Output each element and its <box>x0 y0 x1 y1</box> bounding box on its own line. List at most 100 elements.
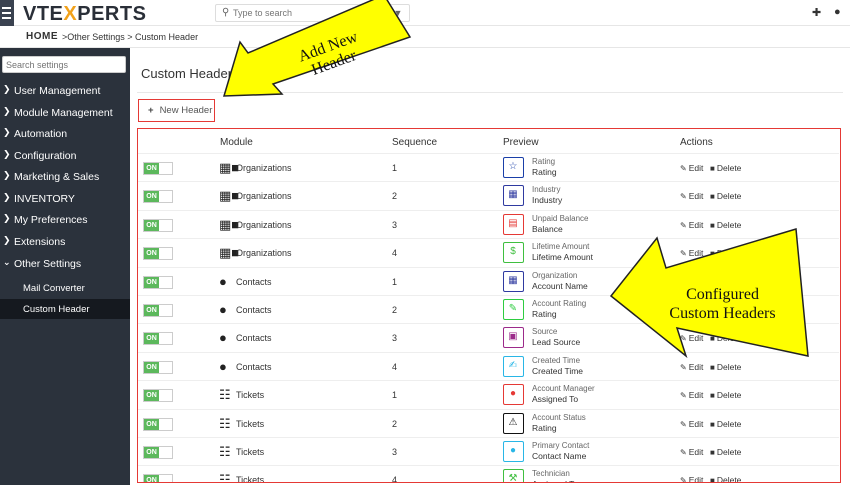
breadcrumb-home[interactable]: HOME <box>26 31 58 42</box>
status-toggle[interactable]: ON <box>143 247 173 261</box>
top-bar: VTEXPERTS ⚲ ▼ ✚ ● <box>0 0 850 26</box>
page-title: Custom Header <box>141 66 233 81</box>
delete-button[interactable]: ■ Delete <box>710 390 741 400</box>
sidebar-subitem-mail-converter[interactable]: Mail Converter <box>0 278 130 298</box>
chevron-right-icon: ❯ <box>3 170 11 180</box>
app-logo[interactable]: VTEXPERTS <box>23 3 146 26</box>
delete-button[interactable]: ■ Delete <box>710 191 741 201</box>
status-toggle[interactable]: ON <box>143 162 173 175</box>
table-row: ON ☷ Tickets 4 ⚒ TechnicianAssigned To ✎Edit ■D… <box>138 465 839 482</box>
edit-button[interactable]: ✎ Edit <box>680 333 703 343</box>
delete-button[interactable]: ■ Delete <box>710 220 741 230</box>
sidebar-item-automation[interactable]: ❯ Automation <box>0 124 130 144</box>
preview-field: Rating <box>532 309 557 319</box>
edit-button[interactable]: ✎ Edit <box>680 419 703 429</box>
chevron-right-icon: ❯ <box>3 192 11 202</box>
chevron-right-icon: ❯ <box>3 235 11 245</box>
status-toggle[interactable]: ON <box>143 304 173 317</box>
trash-icon: ■ <box>710 448 715 457</box>
status-toggle[interactable]: ON <box>143 218 173 232</box>
edit-button[interactable]: ✎ Edit <box>680 447 703 457</box>
plus-icon: + <box>148 105 154 116</box>
column-header-module: Module <box>220 137 253 148</box>
pencil-icon: ✎ <box>680 362 687 372</box>
sidebar-item-module-management[interactable]: ❯ Module Management <box>0 103 130 123</box>
breadcrumb-path[interactable]: >Other Settings > Custom Header <box>62 32 198 42</box>
pencil-icon: ✎ <box>680 249 687 259</box>
table-row: ON ● Contacts 3 ▣ Source Lead Source ✎ Edit ■ Dele… <box>138 323 839 351</box>
delete-button[interactable]: ■ Delete <box>710 163 741 173</box>
preview-label: Industry <box>532 185 561 195</box>
edit-button[interactable]: ✎ Edit <box>680 475 703 482</box>
sidebar-item-configuration[interactable]: ❯ Configuration <box>0 146 130 166</box>
edit-button[interactable]: ✎ Edit <box>680 220 703 230</box>
preview-field: Account Name <box>532 280 588 291</box>
preview-label: Organization <box>532 270 578 280</box>
status-toggle[interactable]: ON <box>143 275 173 289</box>
preview-label: Primary Contact <box>532 441 590 450</box>
status-toggle[interactable]: ON <box>143 474 173 482</box>
edit-button[interactable]: ✎ Edit <box>680 248 703 258</box>
breadcrumb: HOME >Other Settings > Custom Header <box>0 26 850 48</box>
pencil-icon: ✎ <box>680 192 687 202</box>
user-icon[interactable]: ● <box>834 6 841 18</box>
module-name: Contacts <box>236 361 272 372</box>
status-toggle[interactable]: ON <box>143 446 173 459</box>
new-header-button[interactable]: + New Header <box>138 99 215 122</box>
add-icon[interactable]: ✚ <box>812 6 821 19</box>
pencil-icon: ✎ <box>680 448 687 457</box>
trash-icon: ■ <box>710 192 715 202</box>
edit-button[interactable]: ✎ Edit <box>680 163 703 173</box>
preview-invoice-icon: ▤ <box>503 213 524 235</box>
edit-button[interactable]: ✎ Edit <box>680 362 703 372</box>
settings-search <box>2 56 126 73</box>
settings-search-input[interactable] <box>6 58 124 71</box>
delete-button[interactable]: ■ Delete <box>710 475 741 482</box>
preview-contact-user-icon: ● <box>503 441 524 462</box>
search-options-button[interactable]: ▼ <box>386 4 410 22</box>
status-toggle[interactable]: ON <box>143 389 173 403</box>
delete-button[interactable]: ■ Delete <box>710 447 741 457</box>
sequence-value: 4 <box>392 361 398 372</box>
organization-icon: ▦■ <box>219 245 240 261</box>
preview-label: Created Time <box>532 355 581 365</box>
sidebar-item-other-settings[interactable]: ⌄ Other Settings <box>0 254 130 274</box>
sidebar-item-extensions[interactable]: ❯ Extensions <box>0 232 130 252</box>
sidebar-subitem-custom-header[interactable]: Custom Header <box>0 299 130 319</box>
status-toggle[interactable]: ON <box>143 417 173 431</box>
preview-label: Account Manager <box>532 384 595 394</box>
delete-button[interactable]: ■ Delete <box>710 333 741 343</box>
contact-icon: ● <box>219 273 227 289</box>
search-input[interactable] <box>233 6 378 20</box>
status-toggle[interactable]: ON <box>143 190 173 204</box>
sidebar-item-marketing-sales[interactable]: ❯ Marketing & Sales <box>0 167 130 187</box>
delete-button[interactable]: ■ Delete <box>710 362 741 372</box>
menu-icon[interactable] <box>0 0 14 26</box>
sequence-value: 1 <box>392 163 398 173</box>
sidebar-item-user-management[interactable]: ❯ User Management <box>0 81 130 101</box>
delete-button[interactable]: ■ Delete <box>710 248 741 258</box>
pencil-icon: ✎ <box>680 220 687 230</box>
module-name: Tickets <box>236 390 265 401</box>
preview-building-icon: ▦ <box>503 185 524 207</box>
preview-field: Assigned To <box>532 394 579 405</box>
status-toggle[interactable]: ON <box>143 360 173 374</box>
preview-user-manager-icon: ● <box>503 384 524 406</box>
contact-icon: ● <box>219 330 227 346</box>
delete-button[interactable]: ■ Delete <box>710 419 741 429</box>
table-row: ON ☷ Tickets 2 ⚠ Account Status Rating ✎ Edit ■ De… <box>138 408 839 437</box>
sequence-value: 2 <box>392 418 398 429</box>
ticket-icon: ☷ <box>219 444 231 459</box>
status-toggle[interactable]: ON <box>143 332 173 346</box>
global-search: ⚲ <box>215 4 383 22</box>
table-row: ON ▦■ Organizations 2 ▦ Industry Industry ✎ Edit… <box>138 181 839 209</box>
sequence-value: 4 <box>392 248 398 259</box>
sidebar-item-my-preferences[interactable]: ❯ My Preferences <box>0 210 130 230</box>
sidebar-item-inventory[interactable]: ❯ INVENTORY <box>0 189 130 209</box>
edit-button[interactable]: ✎ Edit <box>680 390 703 400</box>
column-header-sequence: Sequence <box>392 137 438 148</box>
edit-button[interactable]: ✎ Edit <box>680 191 703 201</box>
module-name: Tickets <box>236 447 265 457</box>
preview-field: Created Time <box>532 365 584 376</box>
chevron-right-icon: ❯ <box>3 106 11 116</box>
